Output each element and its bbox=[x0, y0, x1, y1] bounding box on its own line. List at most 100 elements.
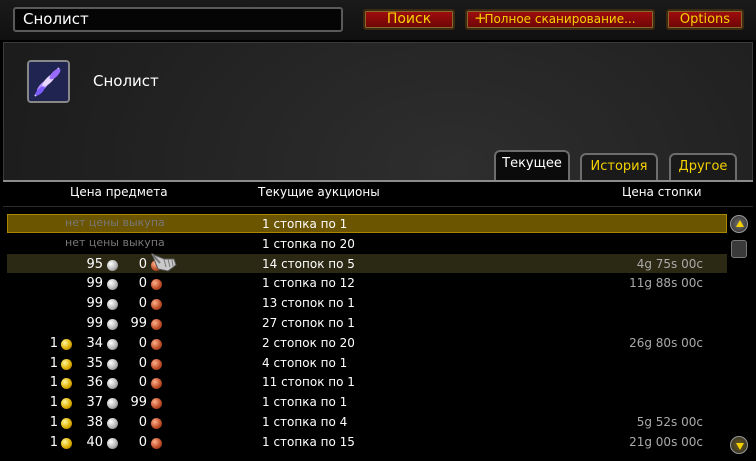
gold-amount: 1 bbox=[49, 395, 58, 411]
auction-count: 1 стопка по 15 bbox=[262, 434, 355, 449]
auction-count: 11 стопок по 1 bbox=[262, 375, 355, 390]
silver-coin-icon bbox=[107, 398, 118, 410]
table-row[interactable]: 95 0 14 стопок по 5 4g 75s 00c bbox=[7, 253, 727, 273]
copper-amount: 99 bbox=[130, 316, 147, 331]
auction-count: 1 стопка по 20 bbox=[262, 236, 355, 251]
stack-price: 5g 52s 00c bbox=[636, 415, 703, 429]
gauntlet-cursor-icon bbox=[150, 251, 178, 277]
gold-amount: 1 bbox=[49, 375, 58, 391]
gold-amount: 1 bbox=[49, 415, 58, 430]
gold-coin-icon bbox=[61, 418, 72, 429]
copper-coin-icon bbox=[151, 299, 162, 311]
copper-coin-icon bbox=[151, 418, 162, 429]
copper-amount: 0 bbox=[138, 375, 147, 391]
top-bar: Снолист Поиск + Полное сканирование... O… bbox=[0, 0, 756, 40]
silver-amount: 36 bbox=[86, 375, 103, 391]
copper-coin-icon bbox=[151, 398, 162, 410]
silver-coin-icon bbox=[107, 358, 118, 370]
gold-amount: 1 bbox=[49, 434, 58, 450]
auction-count: 14 стопок по 5 bbox=[262, 256, 355, 271]
gold-amount: 1 bbox=[49, 355, 58, 371]
tab-history[interactable]: История bbox=[580, 153, 658, 181]
scroll-up-icon[interactable] bbox=[730, 215, 748, 233]
stack-price: 26g 80s 00c bbox=[629, 335, 703, 350]
item-name: Снолист bbox=[93, 72, 159, 90]
table-row[interactable]: 1 34 0 2 стопок по 20 26g 80s 00c bbox=[7, 333, 727, 352]
silver-coin-icon bbox=[107, 319, 118, 330]
copper-coin-icon bbox=[151, 279, 162, 291]
column-header-price[interactable]: Цена предмета bbox=[70, 185, 168, 199]
copper-amount: 0 bbox=[138, 276, 147, 292]
snowleaf-herb-icon[interactable] bbox=[27, 60, 70, 103]
auction-count: 13 стопок по 1 bbox=[262, 296, 355, 311]
silver-amount: 99 bbox=[86, 276, 103, 292]
stack-price: 21g 00s 00c bbox=[629, 434, 703, 449]
table-row[interactable]: 99 0 1 стопка по 12 11g 88s 00c bbox=[7, 273, 727, 292]
auction-count: 1 стопка по 4 bbox=[262, 415, 348, 429]
copper-coin-icon bbox=[151, 358, 162, 370]
tab-other[interactable]: Другое bbox=[669, 153, 737, 181]
search-input[interactable]: Снолист bbox=[13, 7, 343, 32]
copper-coin-icon bbox=[151, 437, 162, 449]
table-row[interactable]: 1 35 0 4 стопок по 1 bbox=[7, 353, 727, 372]
gold-coin-icon bbox=[61, 437, 72, 449]
table-row[interactable]: 99 99 27 стопок по 1 bbox=[7, 313, 727, 332]
table-row[interactable]: нет цены выкупа 1 стопка по 1 bbox=[7, 214, 727, 233]
auction-count: 1 стопка по 12 bbox=[262, 276, 355, 291]
search-button[interactable]: Поиск bbox=[363, 9, 455, 30]
auction-count: 1 стопка по 1 bbox=[262, 395, 348, 410]
scroll-down-icon[interactable] bbox=[730, 436, 748, 454]
plus-icon: + bbox=[474, 9, 487, 27]
gold-coin-icon bbox=[61, 358, 72, 370]
column-header-divider bbox=[3, 206, 753, 207]
silver-amount: 38 bbox=[86, 415, 103, 430]
copper-amount: 0 bbox=[138, 434, 147, 450]
tab-current[interactable]: Текущее bbox=[494, 150, 570, 182]
table-row[interactable]: 1 37 99 1 стопка по 1 bbox=[7, 392, 727, 411]
copper-amount: 0 bbox=[138, 335, 147, 351]
copper-amount: 0 bbox=[138, 296, 147, 312]
column-header-auctions[interactable]: Текущие аукционы bbox=[258, 185, 380, 199]
full-scan-button[interactable]: + Полное сканирование... bbox=[465, 9, 655, 30]
table-row[interactable]: нет цены выкупа 1 стопка по 20 bbox=[7, 234, 727, 253]
table-row[interactable]: 1 36 0 11 стопок по 1 bbox=[7, 372, 727, 391]
table-row[interactable]: 1 38 0 1 стопка по 4 5g 52s 00c bbox=[7, 412, 727, 431]
silver-amount: 35 bbox=[86, 355, 103, 371]
silver-amount: 95 bbox=[86, 256, 103, 272]
copper-amount: 0 bbox=[138, 355, 147, 371]
column-header-stack-price[interactable]: Цена стопки bbox=[622, 185, 702, 199]
copper-coin-icon bbox=[151, 378, 162, 390]
auction-count: 1 стопка по 1 bbox=[262, 217, 348, 231]
silver-amount: 34 bbox=[86, 335, 103, 351]
auction-count: 4 стопок по 1 bbox=[262, 355, 348, 370]
silver-amount: 37 bbox=[86, 395, 103, 411]
table-row[interactable]: 1 40 0 1 стопка по 15 21g 00s 00c bbox=[7, 432, 727, 451]
silver-amount: 40 bbox=[86, 434, 103, 450]
silver-coin-icon bbox=[107, 338, 118, 350]
stack-price: 11g 88s 00c bbox=[629, 276, 703, 291]
silver-coin-icon bbox=[107, 418, 118, 429]
copper-amount: 0 bbox=[138, 256, 147, 272]
table-row[interactable]: 99 0 13 стопок по 1 bbox=[7, 293, 727, 312]
gold-amount: 1 bbox=[49, 335, 58, 351]
copper-amount: 99 bbox=[130, 395, 147, 411]
gold-coin-icon bbox=[61, 378, 72, 390]
auction-count: 27 стопок по 1 bbox=[262, 316, 355, 330]
no-buyout-label: нет цены выкупа bbox=[65, 235, 165, 249]
silver-coin-icon bbox=[107, 279, 118, 291]
full-scan-label: Полное сканирование... bbox=[484, 12, 636, 26]
silver-amount: 99 bbox=[86, 316, 103, 331]
options-button[interactable]: Options bbox=[666, 9, 744, 30]
gold-coin-icon bbox=[61, 338, 72, 350]
copper-amount: 0 bbox=[138, 415, 147, 430]
scrollbar-thumb[interactable] bbox=[731, 240, 747, 258]
stack-price: 4g 75s 00c bbox=[636, 256, 703, 271]
auction-count: 2 стопок по 20 bbox=[262, 335, 355, 350]
silver-coin-icon bbox=[107, 378, 118, 390]
copper-coin-icon bbox=[151, 319, 162, 330]
copper-coin-icon bbox=[151, 338, 162, 350]
silver-coin-icon bbox=[107, 259, 118, 271]
gold-coin-icon bbox=[61, 398, 72, 410]
silver-coin-icon bbox=[107, 299, 118, 311]
no-buyout-label: нет цены выкупа bbox=[65, 216, 165, 229]
